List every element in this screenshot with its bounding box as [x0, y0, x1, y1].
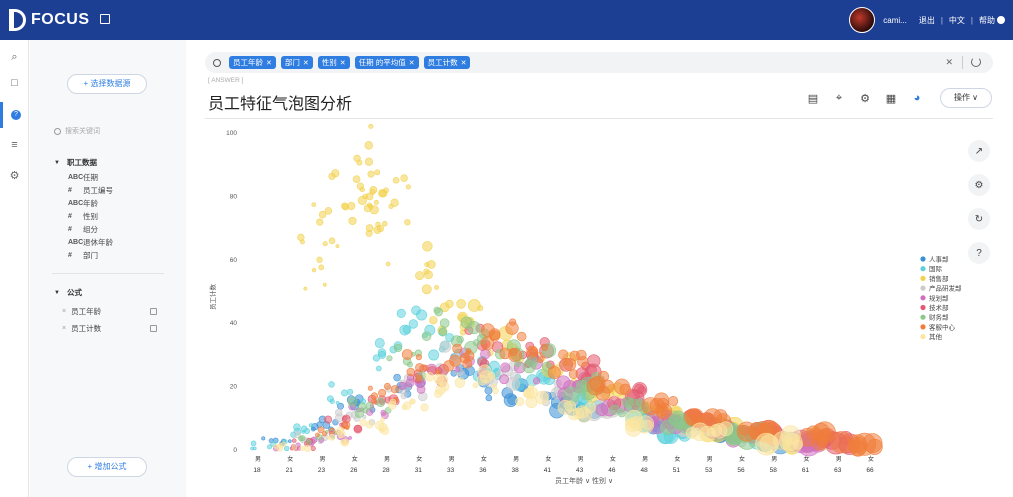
edit-icon[interactable] — [150, 325, 157, 332]
logout-link[interactable]: 退出 — [919, 15, 935, 26]
field-item[interactable]: # 性别 — [68, 210, 98, 222]
query-token[interactable]: 员工年龄 ✕ — [229, 56, 276, 69]
select-datasource-button[interactable]: + 选择数据源 — [67, 74, 147, 94]
field-search-placeholder: 搜索关键词 — [65, 128, 100, 135]
number-type-icon: # — [68, 225, 72, 233]
field-search[interactable]: 搜索关键词 — [54, 124, 164, 138]
field-item[interactable]: ABC 退休年龄 — [68, 236, 113, 248]
refresh-icon[interactable]: ↻ — [968, 208, 990, 230]
logo-text: FOCUS — [31, 11, 90, 28]
field-item[interactable]: ABC 年龄 — [68, 197, 98, 209]
close-icon[interactable]: ✕ — [266, 60, 272, 67]
close-icon[interactable]: ✕ — [461, 60, 467, 67]
number-type-icon: # — [68, 212, 72, 220]
pie-chart-icon[interactable]: ◕ — [910, 91, 924, 105]
clear-icon[interactable]: ✕ — [945, 57, 953, 68]
comment-icon[interactable]: ▤ — [806, 91, 820, 105]
table-icon[interactable]: ▦ — [884, 91, 898, 105]
operations-button[interactable]: 操作 ∨ — [940, 88, 992, 108]
axis-icon[interactable]: ↗ — [968, 140, 990, 162]
formula-item[interactable]: × 员工计数 — [62, 323, 157, 334]
field-item[interactable]: # 员工编号 — [68, 184, 113, 196]
settings-icon[interactable]: ⚙ — [0, 162, 29, 188]
text-type-icon: ABC — [68, 238, 84, 246]
help-icon[interactable]: ? — [968, 242, 990, 264]
gear-icon[interactable]: ⚙ — [968, 174, 990, 196]
field-item[interactable]: ABC 任期 — [68, 171, 98, 183]
main-panel: 员工年龄 ✕ 部门 ✕ 性别 ✕ 任期 的平均值 ✕ 员工计数 ✕ ✕ [ ANSWER … — [186, 40, 1013, 497]
help-icon[interactable]: ? — [997, 16, 1005, 24]
search-icon[interactable]: ⌕ — [0, 44, 29, 70]
database-icon[interactable]: ≡ — [0, 132, 29, 158]
close-icon[interactable]: ✕ — [409, 60, 415, 67]
query-token[interactable]: 性别 ✕ — [317, 56, 350, 69]
text-type-icon: ABC — [68, 173, 84, 181]
formula-item[interactable]: × 员工年龄 — [62, 306, 157, 317]
app-logo[interactable]: FOCUS — [9, 9, 90, 31]
field-item[interactable]: # 组分 — [68, 223, 98, 235]
divider — [205, 118, 993, 119]
close-icon[interactable]: ✕ — [340, 60, 346, 67]
page-title: 员工特征气泡图分析 — [208, 96, 353, 113]
formula-group-title[interactable]: ▼ 公式 — [54, 287, 82, 298]
field-item[interactable]: # 部门 — [68, 249, 98, 261]
logo-icon — [9, 9, 26, 31]
search-icon — [54, 127, 61, 135]
edit-icon[interactable] — [100, 14, 110, 24]
icon-bar: ⌕ □ ? ≡ ⚙ — [0, 40, 29, 497]
caret-down-icon: ▼ — [54, 289, 60, 296]
bookmark-icon[interactable]: □ — [0, 70, 29, 96]
search-icon — [213, 58, 221, 67]
language-link[interactable]: 中文 — [949, 15, 965, 26]
caret-down-icon: ▼ — [54, 159, 60, 166]
table-group-title[interactable]: ▼ 职工数据 — [54, 157, 97, 168]
divider — [52, 273, 164, 274]
query-token[interactable]: 任期 的平均值 ✕ — [354, 56, 419, 69]
pin-icon[interactable]: ⌖ — [832, 91, 846, 105]
refresh-icon[interactable] — [971, 57, 981, 67]
chart-toolbar: ▤ ⌖ ⚙ ▦ ◕ — [806, 91, 936, 105]
user-area: cami... 退出 | 中文 | 帮助 ? — [849, 7, 1005, 33]
remove-icon[interactable]: × — [62, 325, 66, 332]
number-type-icon: # — [68, 251, 72, 259]
text-type-icon: ABC — [68, 199, 84, 207]
number-type-icon: # — [68, 186, 72, 194]
search-query-bar[interactable]: 员工年龄 ✕ 部门 ✕ 性别 ✕ 任期 的平均值 ✕ 员工计数 ✕ ✕ — [205, 52, 993, 73]
close-icon[interactable]: ✕ — [303, 60, 309, 67]
help-link[interactable]: 帮助 — [979, 15, 995, 26]
top-bar: FOCUS cami... 退出 | 中文 | 帮助 ? — [0, 0, 1013, 40]
data-sidebar: + 选择数据源 搜索关键词 ▼ 职工数据 ABC 任期 # 员工编号 ABC 年龄 #… — [30, 40, 186, 497]
username[interactable]: cami... — [883, 16, 907, 25]
answer-tag: [ ANSWER ] — [208, 77, 244, 84]
edit-icon[interactable] — [150, 308, 157, 315]
question-icon[interactable]: ? — [0, 102, 29, 128]
gear-icon[interactable]: ⚙ — [858, 91, 872, 105]
remove-icon[interactable]: × — [62, 308, 66, 315]
add-formula-button[interactable]: + 增加公式 — [67, 457, 147, 477]
avatar[interactable] — [849, 7, 876, 33]
query-token[interactable]: 部门 ✕ — [280, 56, 313, 69]
query-token[interactable]: 员工计数 ✕ — [423, 56, 471, 69]
